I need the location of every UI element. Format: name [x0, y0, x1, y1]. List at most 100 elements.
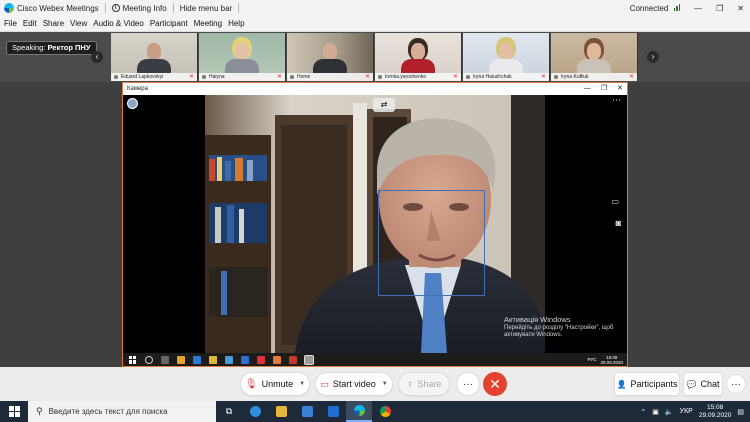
keyboard-language[interactable]: УКР	[680, 408, 693, 415]
windows-start-button[interactable]	[0, 401, 28, 422]
close-icon: ✕	[489, 375, 501, 392]
participant-tile[interactable]: Eduard Lapkovskyi ✕	[111, 33, 198, 81]
store-button[interactable]	[294, 401, 320, 422]
participants-icon: 👤	[616, 379, 627, 389]
panel-more-button[interactable]: ···	[726, 374, 746, 394]
search-icon	[145, 355, 153, 364]
speaker-video-image	[205, 95, 545, 353]
active-speaker-indicator: Speaking: Ректор ПНУ	[6, 41, 97, 55]
title-divider	[172, 3, 174, 13]
connection-status-label: Connected	[629, 3, 669, 13]
speaking-label: Speaking:	[12, 43, 46, 52]
store-icon	[225, 355, 233, 364]
participant-name-bar: Halyna ✕	[199, 73, 285, 81]
participant-tile[interactable]: Irenka.yaroshenko ✕	[375, 33, 462, 81]
window-controls: Connected — ❐ ✕	[630, 0, 744, 16]
participant-video-figure	[137, 43, 171, 73]
chat-label: Chat	[700, 379, 720, 389]
remote-clock: 15:08 29.09.2020	[600, 355, 623, 365]
hide-menu-bar-button[interactable]: Hide menu bar	[180, 4, 232, 13]
camera-close-button[interactable]: ✕	[617, 83, 623, 95]
strip-prev-button[interactable]: ‹	[91, 51, 103, 63]
more-options-button[interactable]: ···	[456, 372, 480, 396]
camera-window: Камера — ❐ ✕ ⇄ ⋯ ▭ ◙ Активація Windows П…	[122, 82, 628, 367]
pin-video-icon[interactable]: ⇄	[373, 98, 395, 112]
remote-date: 29.09.2020	[600, 359, 623, 365]
camera-letterbox-left	[123, 95, 205, 353]
taskbar-search-box[interactable]: ⚲ Введите здесь текст для поиска	[28, 401, 216, 422]
explorer-icon	[209, 355, 217, 364]
video-off-icon: ▭	[320, 378, 329, 389]
meeting-info-label: Meeting Info	[122, 3, 167, 13]
webex-taskbar-button[interactable]	[346, 401, 372, 422]
participant-name-bar: Home ✕	[287, 73, 373, 81]
webex-window: Cisco Webex Meetings i Meeting Info Hide…	[0, 0, 750, 422]
camera-window-controls: — ❐ ✕	[584, 83, 623, 95]
participant-video-figure	[489, 43, 523, 73]
start-video-label: Start video	[332, 379, 376, 389]
minimize-window-button[interactable]: —	[694, 4, 702, 13]
camera-maximize-button[interactable]: ❐	[601, 83, 607, 95]
menu-share[interactable]: Share	[43, 19, 64, 28]
notifications-icon[interactable]: ▤	[737, 408, 744, 416]
participant-name-bar: Irenka.yaroshenko ✕	[375, 73, 461, 81]
menu-meeting[interactable]: Meeting	[194, 19, 222, 28]
volume-icon[interactable]: 🔈	[665, 408, 674, 416]
status-dot-icon	[466, 75, 470, 79]
participant-tile[interactable]: Home ✕	[287, 33, 374, 81]
participant-tile[interactable]: Iryna Kufliuk ✕	[551, 33, 638, 81]
menu-view[interactable]: View	[70, 19, 87, 28]
meeting-info-button[interactable]: i Meeting Info	[111, 3, 167, 13]
strip-next-button[interactable]: ›	[647, 51, 659, 63]
file-explorer-button[interactable]	[268, 401, 294, 422]
camera-snapshot-icon[interactable]: ◙	[616, 218, 621, 228]
participant-tile[interactable]: Halyna ✕	[199, 33, 286, 81]
unmute-button[interactable]: 🎙 Unmute ▼	[240, 372, 310, 396]
windows-taskbar: ⚲ Введите здесь текст для поиска ⧉ ⌃ ▣ 🔈…	[0, 401, 750, 422]
start-video-button[interactable]: ▭ Start video ▼	[315, 372, 393, 396]
close-window-button[interactable]: ✕	[737, 4, 744, 13]
unmute-label: Unmute	[261, 379, 294, 389]
task-view-button[interactable]: ⧉	[216, 401, 242, 422]
camera-minimize-button[interactable]: —	[584, 83, 591, 95]
title-bar: Cisco Webex Meetings i Meeting Info Hide…	[0, 0, 750, 16]
menu-help[interactable]: Help	[228, 19, 244, 28]
remote-system-tray: РУС 15:08 29.09.2020	[587, 353, 623, 366]
title-divider	[238, 3, 240, 13]
user-avatar[interactable]	[127, 98, 138, 109]
participants-label: Participants	[630, 379, 678, 389]
edge-button[interactable]	[242, 401, 268, 422]
participant-name: Iryna Haiushchak	[473, 74, 512, 80]
remote-lang: РУС	[587, 357, 597, 362]
menu-participant[interactable]: Participant	[150, 19, 188, 28]
more-icon: ···	[463, 378, 473, 390]
activation-text: Перейдіть до розділу "Настройки", щоб ак…	[504, 325, 614, 338]
network-icon[interactable]: ▣	[652, 408, 659, 416]
participant-name: Iryna Kufliuk	[561, 74, 589, 80]
windows-activation-watermark: Активація Windows Перейдіть до розділу "…	[504, 316, 624, 339]
maximize-window-button[interactable]: ❐	[716, 4, 723, 13]
muted-mic-icon: ✕	[628, 74, 634, 80]
taskbar-clock[interactable]: 15:08 29.09.2020	[699, 404, 732, 420]
status-dot-icon	[290, 75, 294, 79]
chat-button[interactable]: 💬 Chat	[683, 372, 723, 396]
task-view-icon	[161, 355, 169, 364]
camera-window-title: Камера	[127, 86, 148, 92]
menu-audio-video[interactable]: Audio & Video	[93, 19, 144, 28]
video-mode-icon[interactable]: ▭	[611, 197, 619, 206]
camera-more-icon[interactable]: ⋯	[612, 95, 621, 106]
participant-name-bar: Iryna Haiushchak ✕	[463, 73, 549, 81]
participant-video-figure	[313, 43, 347, 73]
chrome-button[interactable]	[372, 401, 398, 422]
mail-button[interactable]	[320, 401, 346, 422]
leave-meeting-button[interactable]: ✕	[483, 372, 507, 396]
info-icon: i	[111, 4, 120, 12]
participant-tile[interactable]: Iryna Haiushchak ✕	[463, 33, 550, 81]
menu-file[interactable]: File	[4, 19, 17, 28]
participants-button[interactable]: 👤 Participants	[614, 372, 680, 396]
share-button[interactable]: ⇪ Share	[398, 372, 450, 396]
menu-edit[interactable]: Edit	[23, 19, 37, 28]
status-dot-icon	[114, 75, 118, 79]
chevron-up-icon[interactable]: ⌃	[640, 408, 646, 416]
camera-title-bar: Камера — ❐ ✕	[123, 83, 627, 95]
